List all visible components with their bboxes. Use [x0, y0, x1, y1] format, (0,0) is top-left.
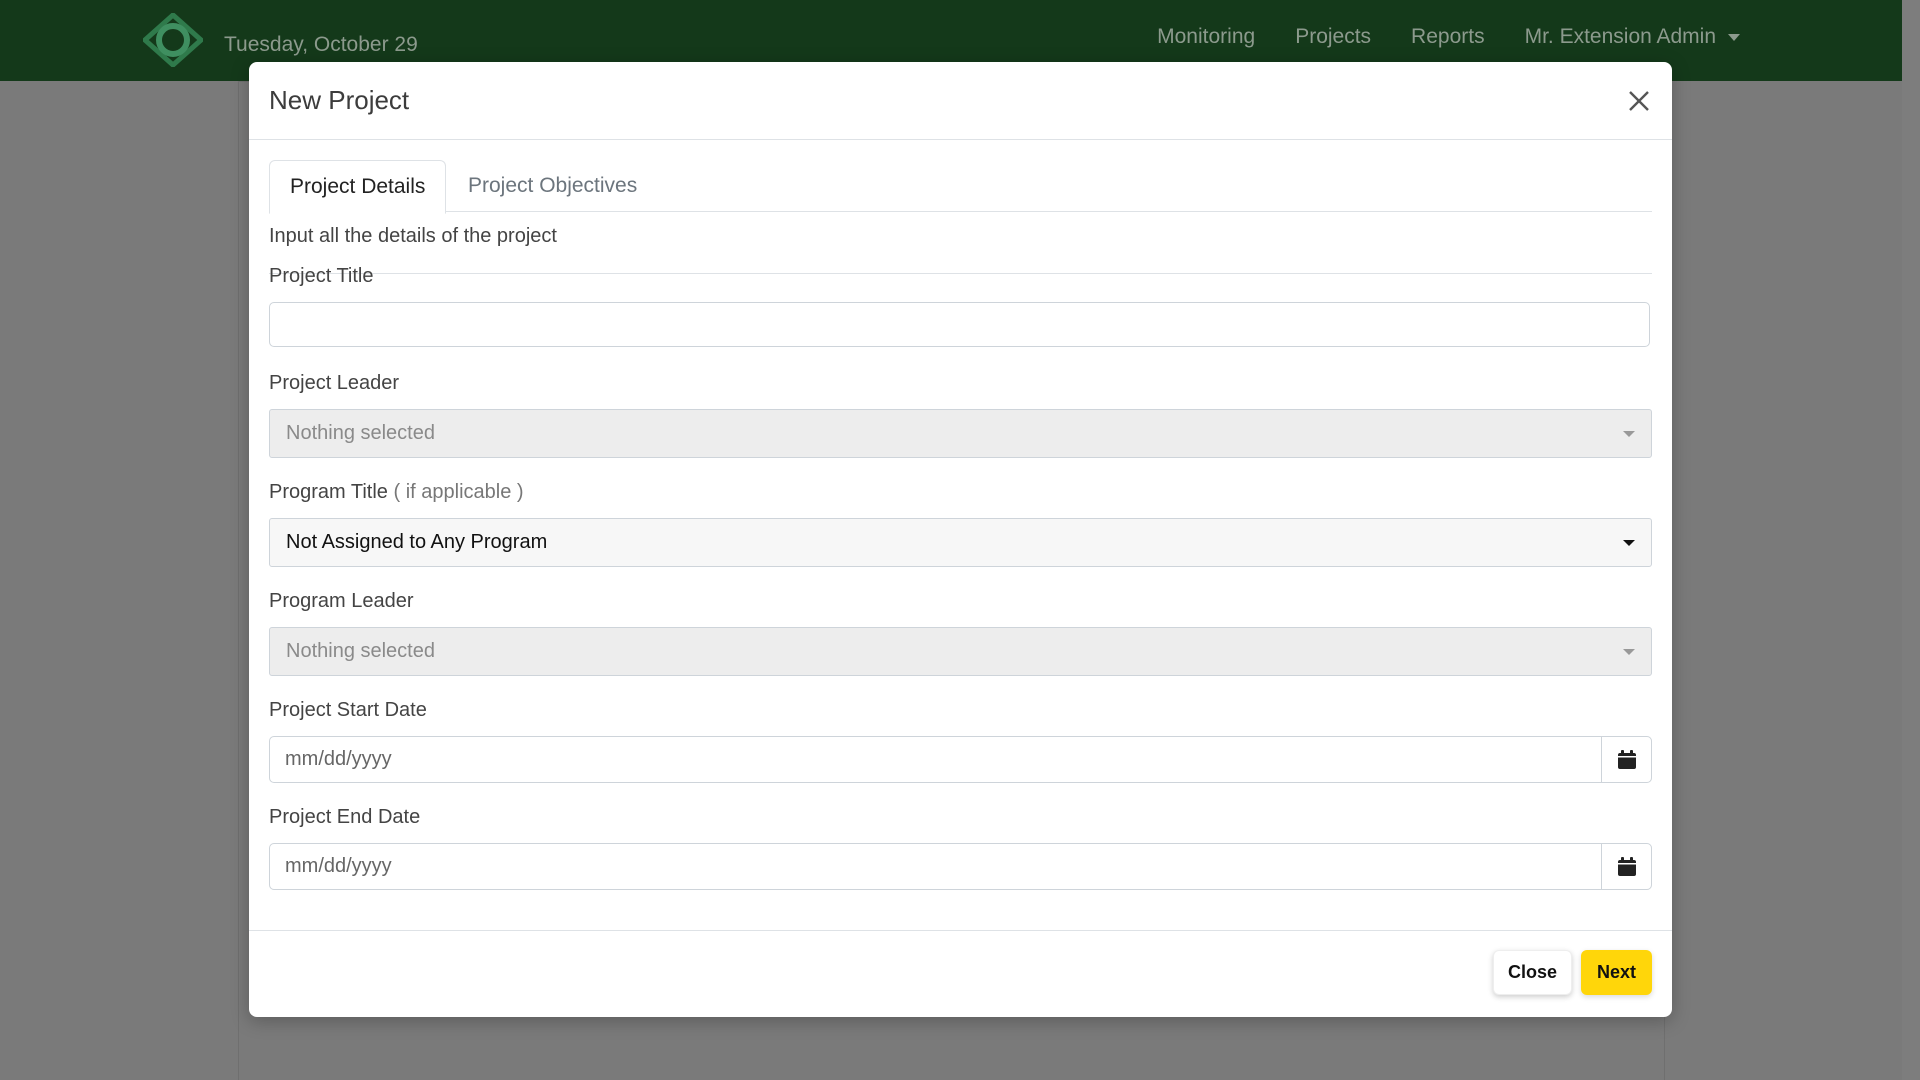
- project-title-label: Project Title: [269, 265, 374, 287]
- dropdown-arrow-icon: [1623, 540, 1635, 546]
- calendar-icon: [1617, 749, 1636, 769]
- start-date-calendar-button[interactable]: [1601, 736, 1652, 783]
- user-menu-toggle[interactable]: Mr. Extension Admin: [1525, 25, 1740, 49]
- program-title-label: Program Title ( if applicable ): [269, 481, 524, 504]
- modal-footer: Close Next: [249, 930, 1672, 1018]
- end-date-input[interactable]: mm/dd/yyyy: [269, 843, 1603, 890]
- new-project-modal: New Project Project Details Project Obje…: [249, 62, 1672, 1017]
- dropdown-arrow-icon: [1623, 649, 1635, 655]
- nav-links: Monitoring Projects Reports Mr. Extensio…: [1157, 25, 1740, 49]
- page-scrollbar[interactable]: [1902, 0, 1920, 1080]
- nav-link-monitoring[interactable]: Monitoring: [1157, 25, 1255, 49]
- program-leader-label: Program Leader: [269, 590, 414, 612]
- modal-title: New Project: [269, 85, 410, 115]
- end-date-label: Project End Date: [269, 806, 421, 828]
- program-title-value: Not Assigned to Any Program: [286, 531, 548, 553]
- project-leader-select[interactable]: Nothing selected: [269, 409, 1652, 458]
- project-title-input[interactable]: [269, 302, 1650, 347]
- program-title-select[interactable]: Not Assigned to Any Program: [269, 518, 1652, 567]
- program-leader-select[interactable]: Nothing selected: [269, 627, 1652, 676]
- logo-icon[interactable]: [143, 13, 203, 67]
- program-title-label-text: Program Title: [269, 481, 388, 503]
- program-title-hint: ( if applicable ): [393, 481, 524, 503]
- current-date: Tuesday, October 29: [224, 33, 418, 56]
- tab-project-details[interactable]: Project Details: [269, 160, 447, 214]
- start-date-group: mm/dd/yyyy: [269, 736, 1652, 783]
- caret-down-icon: [1728, 33, 1740, 41]
- close-button[interactable]: Close: [1493, 950, 1572, 995]
- next-button[interactable]: Next: [1581, 950, 1652, 995]
- calendar-icon: [1617, 856, 1636, 876]
- close-icon[interactable]: [1624, 86, 1654, 116]
- tab-project-objectives[interactable]: Project Objectives: [448, 160, 657, 211]
- end-date-group: mm/dd/yyyy: [269, 843, 1652, 890]
- tabs: Project Details Project Objectives: [269, 160, 1652, 214]
- program-leader-value: Nothing selected: [286, 640, 435, 662]
- nav-link-reports[interactable]: Reports: [1411, 25, 1485, 49]
- start-date-label: Project Start Date: [269, 699, 427, 721]
- intro-text: Input all the details of the project: [269, 225, 557, 247]
- nav-link-projects[interactable]: Projects: [1295, 25, 1371, 49]
- project-leader-value: Nothing selected: [286, 422, 435, 444]
- dropdown-arrow-icon: [1623, 431, 1635, 437]
- start-date-input[interactable]: mm/dd/yyyy: [269, 736, 1603, 783]
- user-menu-label: Mr. Extension Admin: [1524, 25, 1716, 48]
- modal-header: New Project: [249, 62, 1672, 140]
- end-date-calendar-button[interactable]: [1601, 843, 1652, 890]
- project-leader-label: Project Leader: [269, 372, 400, 394]
